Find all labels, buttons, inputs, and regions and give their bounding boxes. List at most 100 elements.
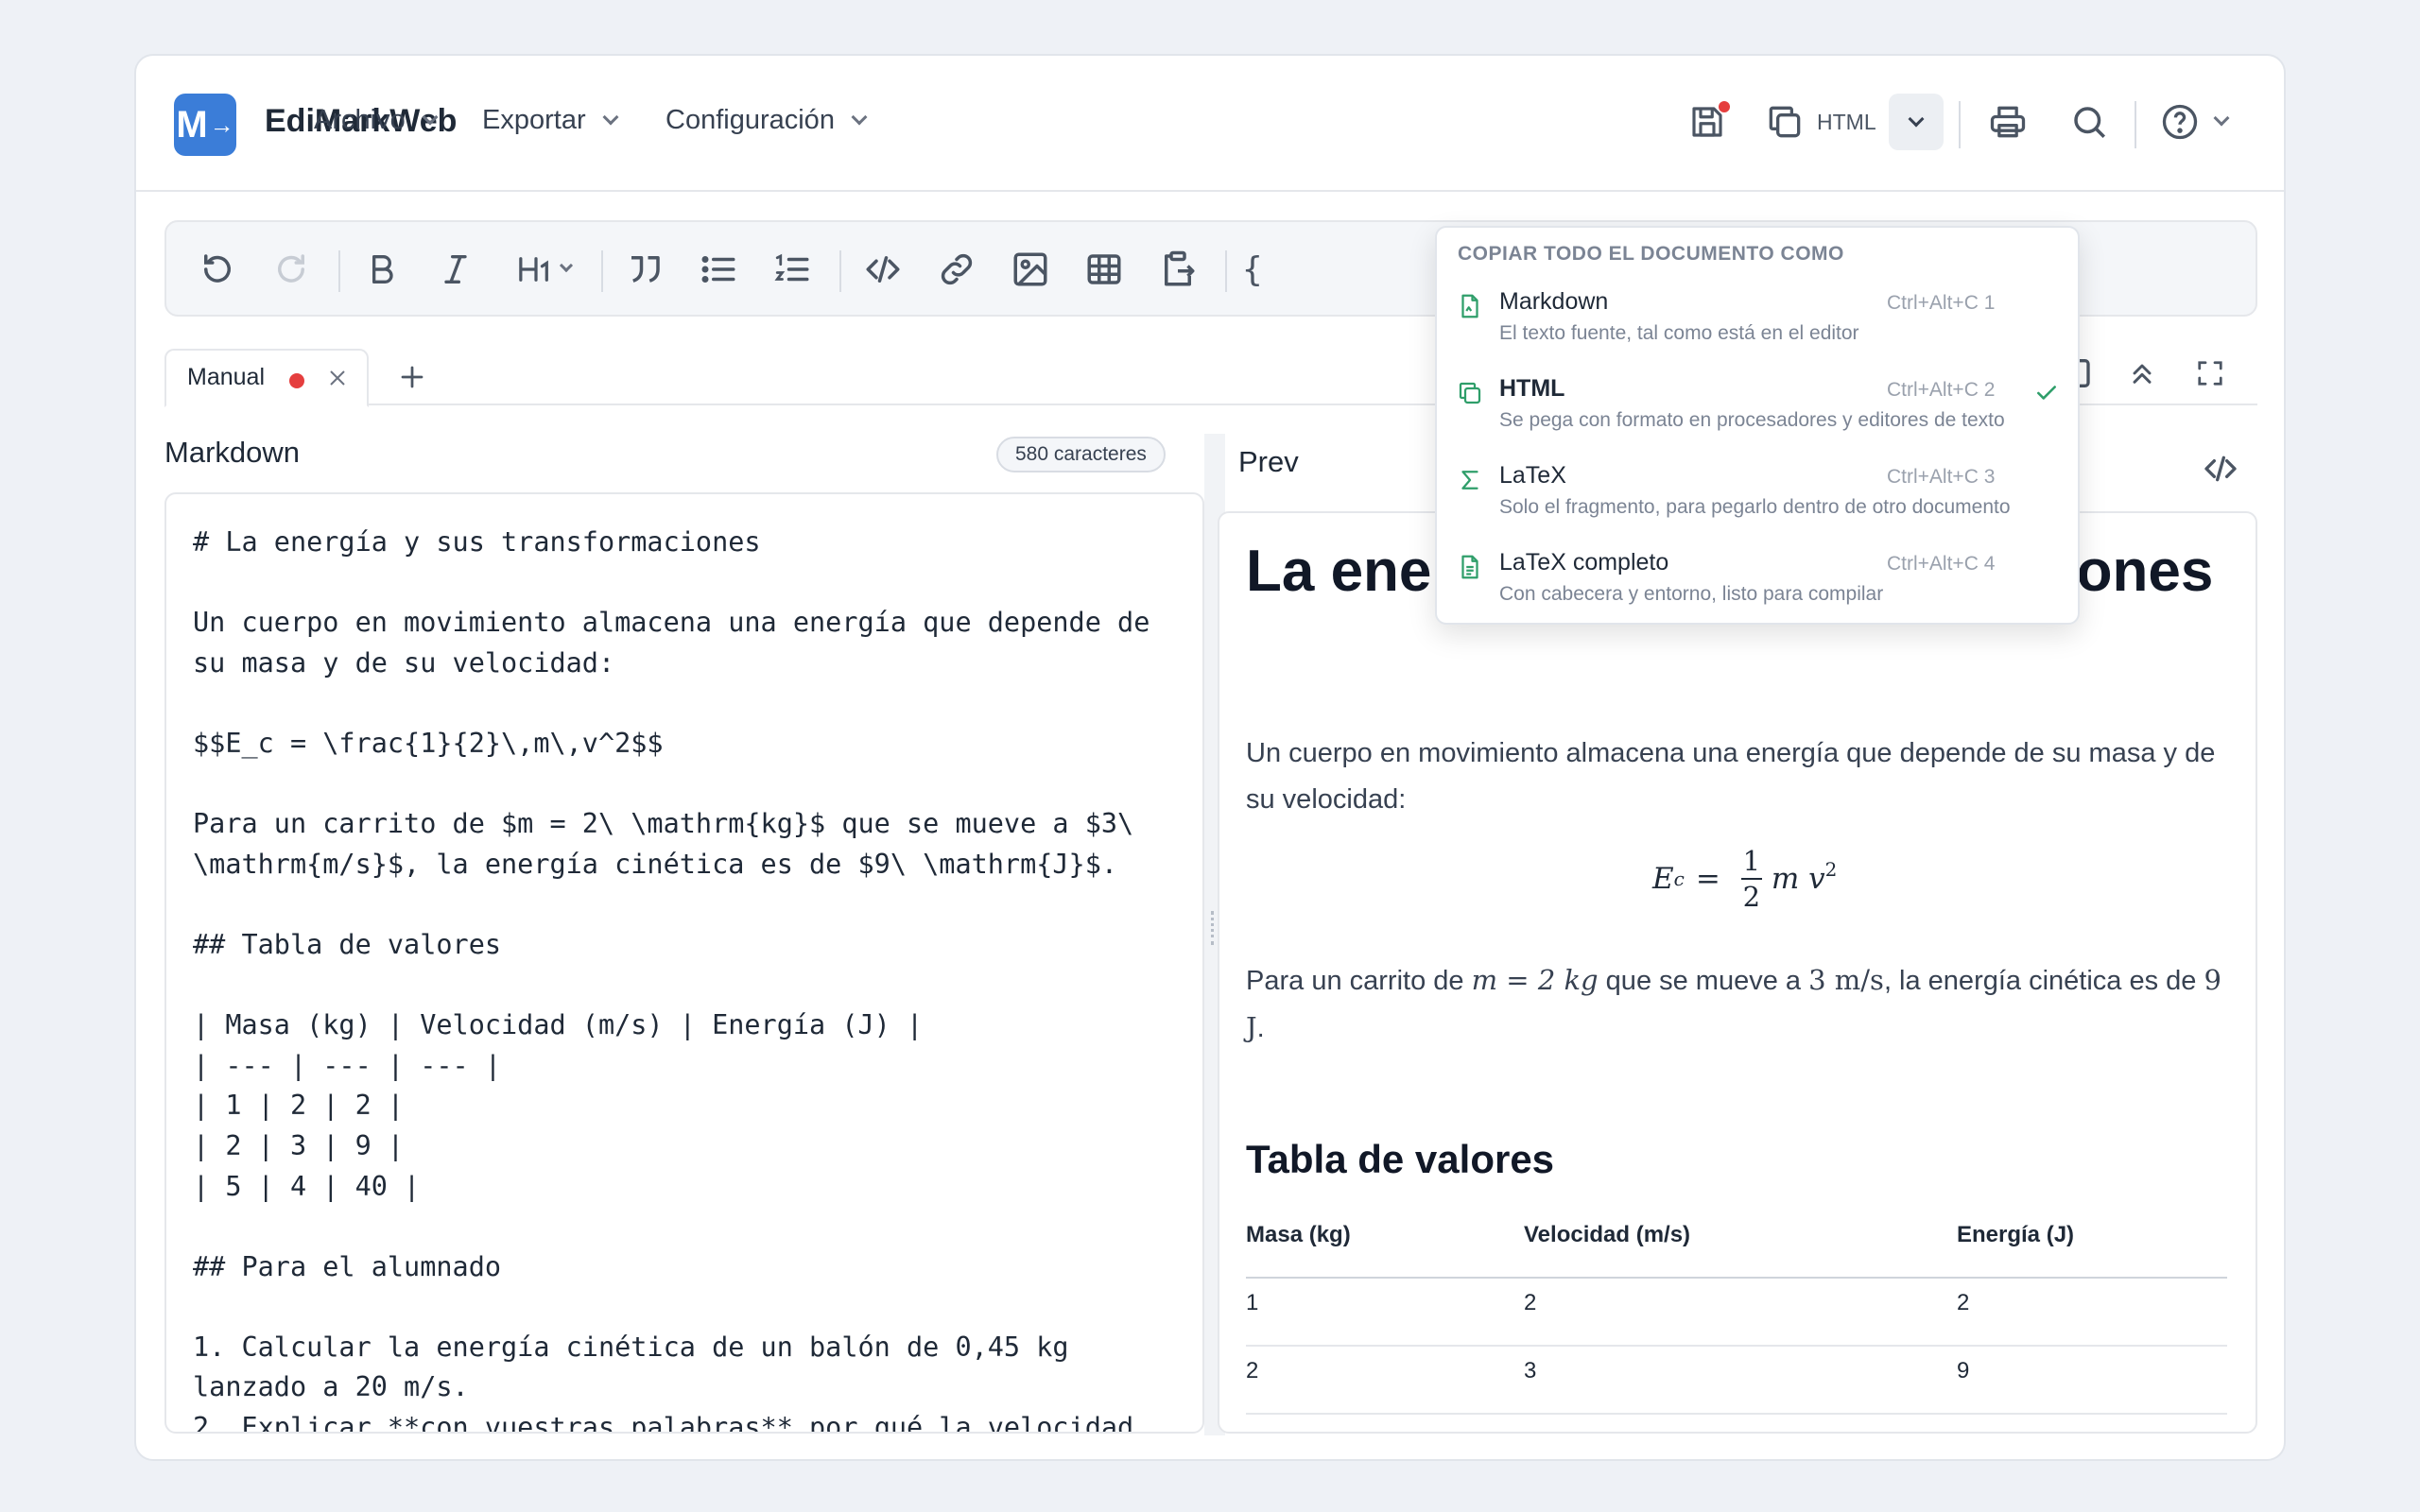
editor-line: | 1 | 2 | 2 | xyxy=(193,1090,405,1122)
chevron-down-icon xyxy=(2213,110,2230,127)
text-run: que se mueve a xyxy=(1598,966,1809,996)
bullet-list-button[interactable] xyxy=(692,243,745,296)
numbered-list-button[interactable] xyxy=(766,243,819,296)
help-icon xyxy=(2162,104,2198,140)
toolbar-divider xyxy=(839,250,841,292)
menu-item-latex-completo[interactable]: LaTeX completo Ctrl+Alt+C 4 Con cabecera… xyxy=(1437,543,2078,630)
markdown-file-icon xyxy=(1461,294,1478,318)
menu-item-description: Solo el fragmento, para pegarlo dentro d… xyxy=(1499,496,2011,518)
tab-close-button[interactable] xyxy=(323,364,352,392)
image-button[interactable] xyxy=(1004,243,1057,296)
editor-line: su masa y de su velocidad: xyxy=(193,646,615,679)
fullscreen-button[interactable] xyxy=(2186,349,2235,398)
menu-exportar[interactable]: Exportar xyxy=(482,105,619,136)
search-button[interactable] xyxy=(2065,97,2114,146)
formula-lhs: E xyxy=(1652,862,1674,896)
menu-item-label: LaTeX xyxy=(1499,462,1566,489)
clipboard-icon xyxy=(1165,250,1195,286)
text-run: . xyxy=(1256,1013,1265,1043)
search-icon xyxy=(2074,107,2105,138)
save-button[interactable] xyxy=(1683,97,1732,146)
chevron-down-icon xyxy=(851,109,868,125)
menu-item-description: Se pega con formato en procesadores y ed… xyxy=(1499,409,2005,431)
header-divider xyxy=(2135,101,2136,148)
menu-configuracion-label: Configuración xyxy=(666,105,835,135)
toolbar-divider xyxy=(601,250,603,292)
menu-item-label: HTML xyxy=(1499,375,1565,402)
help-menu-button[interactable] xyxy=(2159,97,2230,146)
app-header: M → EdiMarkWeb Archivo Exportar Configura… xyxy=(136,56,2284,192)
chevron-down-icon xyxy=(1908,111,1925,128)
redo-button[interactable] xyxy=(265,243,318,296)
editor-text: # La energía y sus transformaciones Un c… xyxy=(193,523,1150,1434)
sync-scroll-button[interactable] xyxy=(2118,349,2167,398)
code-icon xyxy=(2204,455,2237,482)
menu-item-label: LaTeX completo xyxy=(1499,549,1669,576)
copy-format-dropdown-button[interactable] xyxy=(1889,94,1944,150)
markdown-editor[interactable]: # La energía y sus transformaciones Un c… xyxy=(164,492,1204,1434)
paste-button[interactable] xyxy=(1151,243,1204,296)
preview-heading-2: Tabla de valores xyxy=(1246,1137,1555,1181)
app-window: M → EdiMarkWeb Archivo Exportar Configura… xyxy=(134,54,2286,1461)
table-icon xyxy=(1087,254,1121,284)
editor-line: 1. Calcular la energía cinética de un ba… xyxy=(193,1331,1069,1363)
chevron-down-icon xyxy=(602,109,619,125)
new-tab-button[interactable] xyxy=(391,356,433,398)
menu-archivo-label: Archivo xyxy=(314,105,406,135)
copy-as-button[interactable]: HTML xyxy=(1764,97,1876,146)
menu-item-latex[interactable]: LaTeX Ctrl+Alt+C 3 Solo el fragmento, pa… xyxy=(1437,456,2078,543)
menu-item-shortcut: Ctrl+Alt+C 2 xyxy=(1887,379,1996,401)
undo-button[interactable] xyxy=(191,243,244,296)
table-cell: 3 xyxy=(1524,1358,1537,1383)
bold-button[interactable] xyxy=(355,243,408,296)
tab-manual[interactable]: Manual xyxy=(164,349,369,407)
formula-fraction: 12 xyxy=(1740,844,1762,914)
drag-handle-icon xyxy=(1211,911,1215,945)
quote-button[interactable] xyxy=(618,243,671,296)
table-button[interactable] xyxy=(1078,243,1131,296)
toolbar-divider xyxy=(1225,250,1227,292)
printer-icon xyxy=(1990,106,2026,138)
view-source-button[interactable] xyxy=(2197,445,2244,492)
fraction-denominator: 2 xyxy=(1742,881,1761,913)
redo-icon xyxy=(278,254,304,283)
document-icon xyxy=(1461,555,1478,579)
heading-dropdown-button[interactable] xyxy=(503,243,584,296)
code-button[interactable] xyxy=(856,243,909,296)
logo-letter: M xyxy=(176,103,208,146)
italic-button[interactable] xyxy=(429,243,482,296)
editor-line: | --- | --- | --- | xyxy=(193,1049,502,1081)
copy-icon xyxy=(1769,106,1801,138)
editor-line: lanzado a 20 m/s. xyxy=(193,1371,469,1403)
table-cell: 9 xyxy=(1957,1358,1970,1383)
table-row-rule xyxy=(1246,1345,2227,1347)
table-cell: 2 xyxy=(1246,1358,1259,1383)
math-button[interactable]: { xyxy=(1242,243,1270,296)
copy-format-label: HTML xyxy=(1817,109,1876,134)
menu-archivo[interactable]: Archivo xyxy=(314,105,439,136)
menu-header: COPIAR TODO EL DOCUMENTO COMO xyxy=(1458,243,1844,265)
unsaved-dot xyxy=(289,373,304,388)
inline-math: m = 2 kg xyxy=(1471,964,1599,996)
formula-superscript: 2 xyxy=(1824,858,1838,881)
editor-line: ## Tabla de valores xyxy=(193,928,502,960)
bullet-list-icon xyxy=(701,256,735,283)
fullscreen-icon xyxy=(2198,361,2222,386)
inline-math: 3 m/s xyxy=(1808,964,1884,996)
app-logo: M → xyxy=(174,94,236,156)
link-button[interactable] xyxy=(930,243,983,296)
formula-subscript: c xyxy=(1673,868,1685,890)
preview-formula: Ec = 12 m v2 xyxy=(1652,844,1838,914)
menu-item-markdown[interactable]: Markdown Ctrl+Alt+C 1 El texto fuente, t… xyxy=(1437,283,2078,369)
editor-line: | 5 | 4 | 40 | xyxy=(193,1170,421,1202)
braces-icon: { xyxy=(1242,249,1263,289)
menu-configuracion[interactable]: Configuración xyxy=(666,105,868,136)
print-button[interactable] xyxy=(1983,97,2032,146)
menu-item-html[interactable]: HTML Ctrl+Alt+C 2 Se pega con formato en… xyxy=(1437,369,2078,456)
undo-icon xyxy=(204,254,231,283)
editor-line: 2. Explicar **con vuestras palabras** po… xyxy=(193,1412,1134,1434)
plus-icon xyxy=(401,366,424,388)
